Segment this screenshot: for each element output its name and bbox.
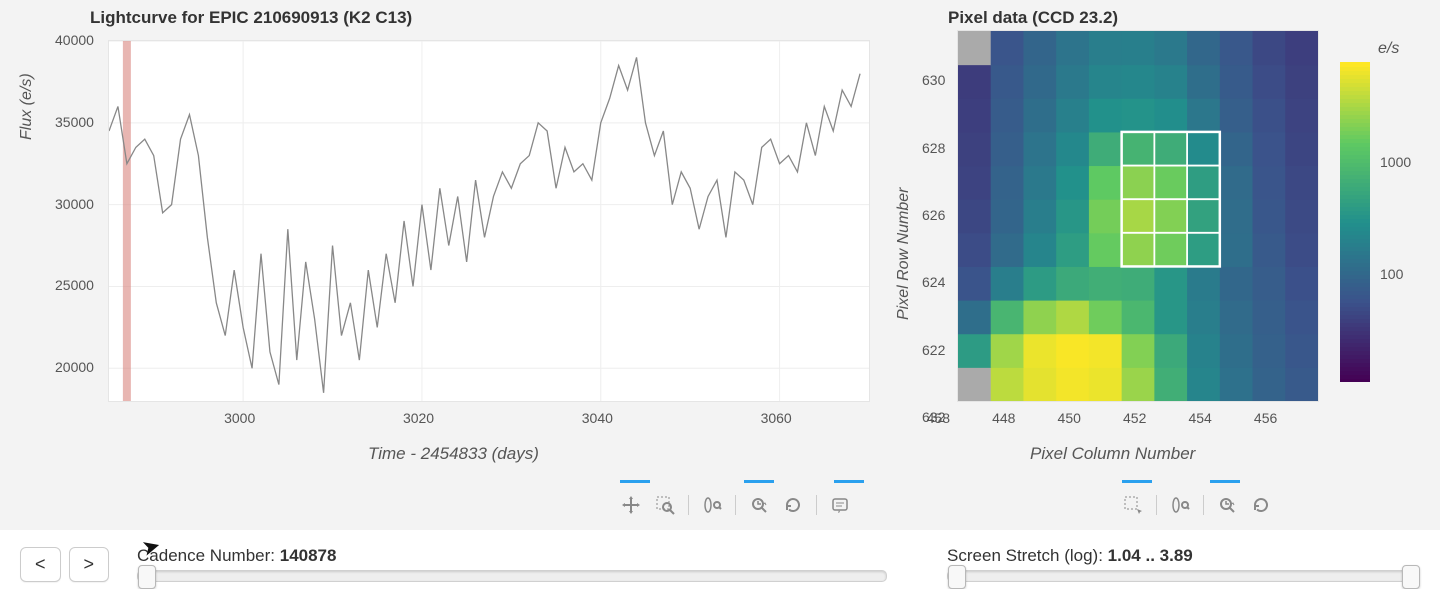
stretch-slider[interactable]	[947, 570, 1417, 582]
tap-icon[interactable]	[1216, 494, 1238, 516]
wheel-zoom-icon[interactable]	[1169, 494, 1191, 516]
tap-icon[interactable]	[748, 494, 770, 516]
pixel-xtick: 454	[1188, 410, 1211, 426]
prev-button[interactable]: <	[20, 547, 61, 582]
lightcurve-xlabel: Time - 2454833 (days)	[368, 444, 539, 464]
lightcurve-xtick: 3040	[582, 410, 613, 426]
pixel-xtick: 448	[992, 410, 1015, 426]
pixel-ytick: 628	[922, 140, 945, 156]
lightcurve-xtick: 3020	[403, 410, 434, 426]
pixel-toolbar	[1122, 494, 1272, 516]
pixel-xtick: 458	[927, 410, 950, 426]
pixel-title: Pixel data (CCD 23.2)	[948, 8, 1118, 28]
stretch-slider-thumb-low[interactable]	[948, 565, 966, 589]
pixel-ytick: 624	[922, 274, 945, 290]
pixel-xtick: 456	[1254, 410, 1277, 426]
pixel-ytick: 622	[922, 342, 945, 358]
hover-icon[interactable]	[829, 494, 851, 516]
cadence-label: Cadence Number: 140878	[137, 546, 887, 566]
pixel-ytick: 626	[922, 207, 945, 223]
lightcurve-xtick: 3060	[761, 410, 792, 426]
lightcurve-chart[interactable]	[108, 40, 870, 402]
lightcurve-title: Lightcurve for EPIC 210690913 (K2 C13)	[90, 8, 412, 28]
colorbar-tick: 100	[1380, 266, 1403, 282]
wheel-zoom-icon[interactable]	[701, 494, 723, 516]
cadence-value: 140878	[280, 546, 337, 565]
plot-area: Lightcurve for EPIC 210690913 (K2 C13) F…	[0, 0, 1440, 530]
lightcurve-ytick: 25000	[55, 277, 94, 293]
lightcurve-ytick: 35000	[55, 114, 94, 130]
cadence-slider[interactable]	[137, 570, 887, 582]
pixel-chart[interactable]	[957, 30, 1319, 402]
stretch-value: 1.04 .. 3.89	[1108, 546, 1193, 565]
stretch-label: Screen Stretch (log): 1.04 .. 3.89	[947, 546, 1417, 566]
stretch-slider-thumb-high[interactable]	[1402, 565, 1420, 589]
lightcurve-ylabel: Flux (e/s)	[18, 73, 36, 140]
box-select-icon[interactable]	[1122, 494, 1144, 516]
lightcurve-xtick: 3000	[224, 410, 255, 426]
pixel-xlabel: Pixel Column Number	[1030, 444, 1195, 464]
colorbar-tick: 1000	[1380, 154, 1411, 170]
reset-icon[interactable]	[1250, 494, 1272, 516]
reset-icon[interactable]	[782, 494, 804, 516]
lightcurve-ytick: 20000	[55, 359, 94, 375]
next-button[interactable]: >	[69, 547, 110, 582]
pixel-xtick: 450	[1058, 410, 1081, 426]
lightcurve-ytick: 30000	[55, 196, 94, 212]
lightcurve-ytick: 40000	[55, 32, 94, 48]
cadence-slider-thumb[interactable]	[138, 565, 156, 589]
box-zoom-icon[interactable]	[654, 494, 676, 516]
colorbar-title: e/s	[1378, 40, 1399, 58]
pixel-ytick: 630	[922, 72, 945, 88]
pixel-xtick: 452	[1123, 410, 1146, 426]
pixel-ylabel: Pixel Row Number	[895, 188, 913, 320]
controls-row: < > Cadence Number: 140878 Screen Stretc…	[0, 540, 1440, 588]
lightcurve-toolbar	[620, 494, 851, 516]
pan-icon[interactable]	[620, 494, 642, 516]
